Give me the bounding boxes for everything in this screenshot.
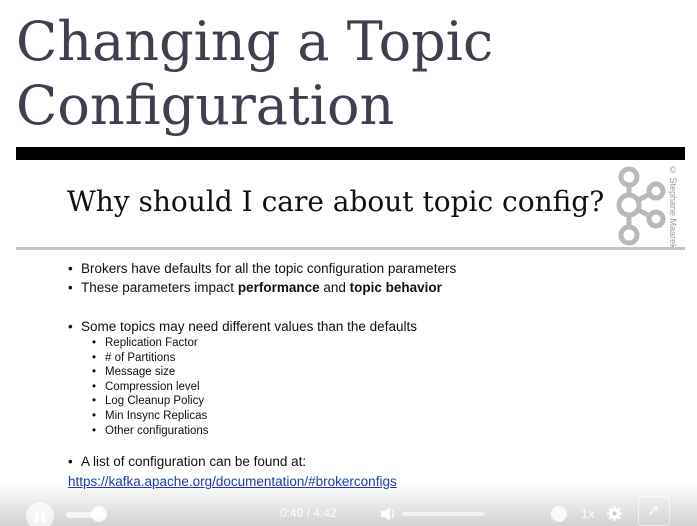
slide-top-bar (16, 147, 685, 160)
bullet-config-list: A list of configuration can be found at: (68, 452, 658, 471)
sub-bullet-item: Min Insync Replicas (92, 409, 658, 424)
playback-speed-button[interactable]: 1x (581, 506, 595, 521)
pause-icon (35, 510, 39, 522)
sub-bullet-item: Compression level (92, 380, 658, 395)
sub-bullet-item: Replication Factor (92, 336, 658, 351)
time-display: 0:49 / 4:42 (280, 506, 337, 520)
captions-icon[interactable] (551, 506, 567, 522)
bullet-text-middle: and (319, 280, 350, 295)
pause-button[interactable] (26, 502, 54, 526)
page-title-line-2: Configuration (16, 74, 395, 137)
video-controls-bar: 0:49 / 4:42 1x (0, 482, 697, 526)
bullet-text-prefix: These parameters impact (81, 280, 238, 295)
bullet-bold-topic-behavior: topic behavior (349, 280, 442, 295)
sub-bullet-item: Message size (92, 365, 658, 380)
bullet-parameters-impact: These parameters impact performance and … (68, 278, 658, 297)
slide-frame: Why should I care about topic config? © … (16, 147, 685, 526)
bullet-text: A list of configuration can be found at: (81, 454, 307, 470)
bullet-text: Some topics may need different values th… (81, 319, 417, 334)
slide-bullet-list: Brokers have defaults for all the topic … (68, 259, 658, 493)
volume-icon[interactable] (380, 506, 398, 522)
slide-divider (16, 247, 685, 250)
sub-bullet-item: # of Partitions (92, 351, 658, 366)
seek-handle[interactable] (91, 506, 107, 522)
page-title-line-1: Changing a Topic (16, 10, 494, 73)
sub-bullet-item: Other configurations (92, 424, 658, 439)
bullet-brokers-defaults: Brokers have defaults for all the topic … (68, 259, 658, 278)
bullet-different-values: Some topics may need different values th… (68, 317, 658, 336)
copyright-text: © Stephane Maarek (668, 165, 678, 249)
fullscreen-button[interactable] (638, 496, 670, 526)
slide-heading: Why should I care about topic config? (67, 185, 605, 218)
sub-bullet-item: Log Cleanup Policy (92, 394, 658, 409)
fullscreen-icon (648, 506, 658, 516)
sub-bullet-list: Replication Factor # of Partitions Messa… (92, 336, 658, 438)
volume-slider[interactable] (402, 512, 484, 516)
bullet-text: Brokers have defaults for all the topic … (81, 261, 457, 276)
gear-icon[interactable] (606, 505, 623, 522)
kafka-logo-icon (616, 166, 666, 246)
page-title: Changing a Topic Configuration (16, 10, 676, 138)
bullet-bold-performance: performance (237, 280, 320, 295)
